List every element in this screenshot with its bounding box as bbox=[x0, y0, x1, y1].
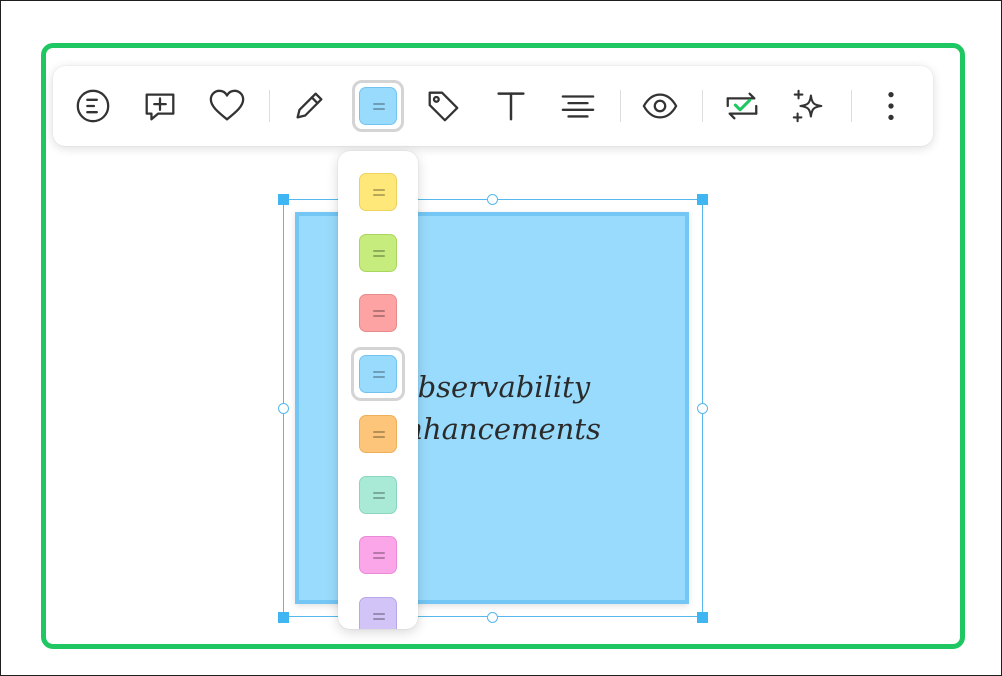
color-swatch-icon bbox=[359, 596, 397, 629]
color-option-green[interactable] bbox=[351, 226, 405, 280]
color-dropdown bbox=[338, 151, 418, 629]
visibility-button[interactable] bbox=[638, 84, 682, 128]
toolbar-separator bbox=[269, 90, 270, 122]
color-swatch-icon bbox=[359, 475, 397, 514]
color-option-purple[interactable] bbox=[351, 589, 405, 629]
like-button[interactable] bbox=[205, 84, 249, 128]
tag-button[interactable] bbox=[421, 84, 465, 128]
align-center-icon bbox=[561, 95, 595, 118]
sparkle-icon bbox=[792, 89, 823, 123]
color-option-red[interactable] bbox=[351, 286, 405, 340]
color-swatch-icon bbox=[359, 536, 397, 574]
align-button[interactable] bbox=[556, 84, 600, 128]
resize-handle-right[interactable] bbox=[697, 403, 708, 414]
outline-icon bbox=[76, 89, 110, 123]
sticky-color-icon bbox=[359, 87, 397, 125]
color-option-blue[interactable] bbox=[351, 346, 405, 401]
color-option-pink[interactable] bbox=[351, 528, 405, 582]
tag-icon bbox=[428, 91, 459, 122]
resize-handle-bottom[interactable] bbox=[487, 612, 498, 623]
pen-button[interactable] bbox=[287, 84, 331, 128]
resize-handle-left[interactable] bbox=[278, 403, 289, 414]
color-swatch-icon bbox=[359, 294, 397, 332]
color-swatch-icon bbox=[359, 233, 397, 272]
toolbar-separator bbox=[702, 90, 703, 122]
pen-icon bbox=[296, 92, 323, 119]
text-button[interactable] bbox=[489, 84, 533, 128]
color-option-yellow[interactable] bbox=[351, 165, 405, 219]
convert-button[interactable] bbox=[720, 84, 764, 128]
heart-icon bbox=[209, 89, 245, 121]
toolbar-separator bbox=[851, 90, 852, 122]
color-option-mint[interactable] bbox=[351, 468, 405, 522]
resize-handle-top-left[interactable] bbox=[278, 194, 289, 205]
sticky-color-button[interactable] bbox=[352, 80, 404, 132]
color-swatch-icon bbox=[359, 415, 397, 453]
color-swatch-icon bbox=[359, 173, 397, 211]
color-option-orange[interactable] bbox=[351, 407, 405, 461]
add-comment-button[interactable] bbox=[138, 84, 182, 128]
resize-handle-top-right[interactable] bbox=[697, 194, 708, 205]
convert-icon bbox=[726, 92, 758, 120]
more-vertical-icon bbox=[888, 91, 894, 121]
color-swatch-icon bbox=[359, 354, 397, 393]
context-toolbar bbox=[53, 66, 933, 146]
resize-handle-top[interactable] bbox=[487, 194, 498, 205]
eye-icon bbox=[642, 93, 678, 119]
more-options-button[interactable] bbox=[869, 84, 913, 128]
resize-handle-bottom-right[interactable] bbox=[697, 612, 708, 623]
toolbar-separator bbox=[620, 90, 621, 122]
outline-button[interactable] bbox=[71, 84, 115, 128]
resize-handle-bottom-left[interactable] bbox=[278, 612, 289, 623]
text-icon bbox=[497, 92, 525, 121]
add-comment-icon bbox=[145, 93, 175, 121]
ai-button[interactable] bbox=[787, 84, 831, 128]
